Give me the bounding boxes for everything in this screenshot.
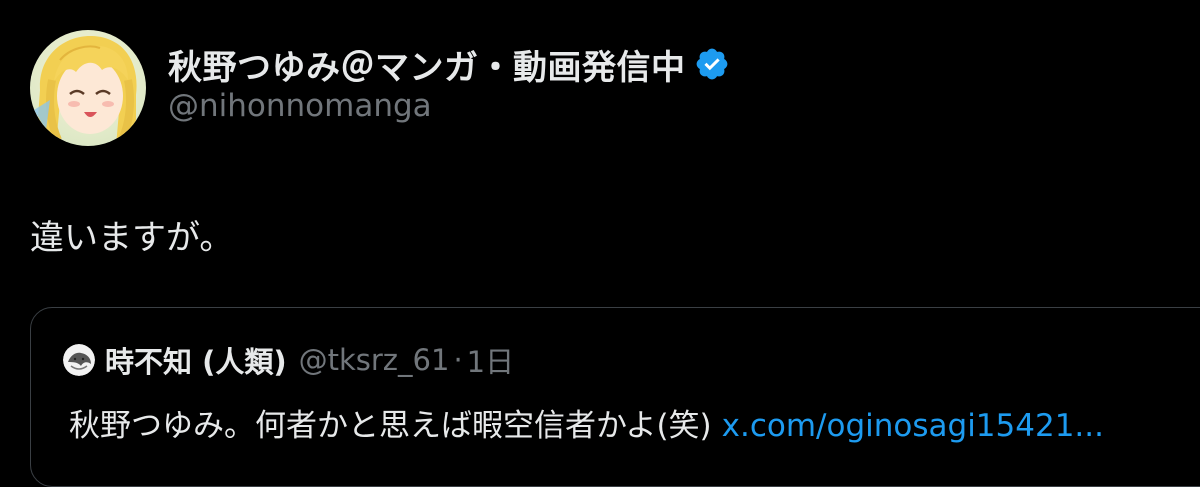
- quoted-display-name: 時不知 (人類): [105, 345, 287, 379]
- anime-girl-avatar-icon: [30, 30, 146, 146]
- quoted-separator: ·: [453, 343, 463, 377]
- tweet-text: 違いますが。: [30, 218, 234, 258]
- quoted-handle: @tksrz_61: [298, 343, 450, 377]
- author-handle[interactable]: @nihonnomanga: [168, 88, 432, 124]
- quoted-author-avatar[interactable]: [63, 344, 95, 376]
- quoted-tweet-link[interactable]: x.com/oginosagi15421...: [722, 408, 1104, 444]
- quoted-tweet-header: 時不知 (人類) @tksrz_61 · 1日: [63, 340, 514, 380]
- quoted-tweet[interactable]: 時不知 (人類) @tksrz_61 · 1日 秋野つゆみ。何者かと思えば暇空信…: [30, 307, 1200, 487]
- verified-badge-icon: [694, 46, 730, 82]
- quoted-tweet-body: 秋野つゆみ。何者かと思えば暇空信者かよ(笑) x.com/oginosagi154…: [69, 400, 1104, 445]
- author-name-row: 秋野つゆみ＠マンガ・動画発信中: [168, 40, 730, 88]
- quoted-avatar-icon: [63, 344, 95, 376]
- author-display-name[interactable]: 秋野つゆみ＠マンガ・動画発信中: [168, 40, 686, 89]
- quoted-tweet-text: 秋野つゆみ。何者かと思えば暇空信者かよ(笑): [69, 408, 712, 444]
- tweet: 秋野つゆみ＠マンガ・動画発信中 @nihonnomanga 違いますが。 時不知…: [0, 0, 1200, 487]
- author-avatar[interactable]: [30, 30, 146, 146]
- quoted-timestamp: 1日: [466, 345, 515, 379]
